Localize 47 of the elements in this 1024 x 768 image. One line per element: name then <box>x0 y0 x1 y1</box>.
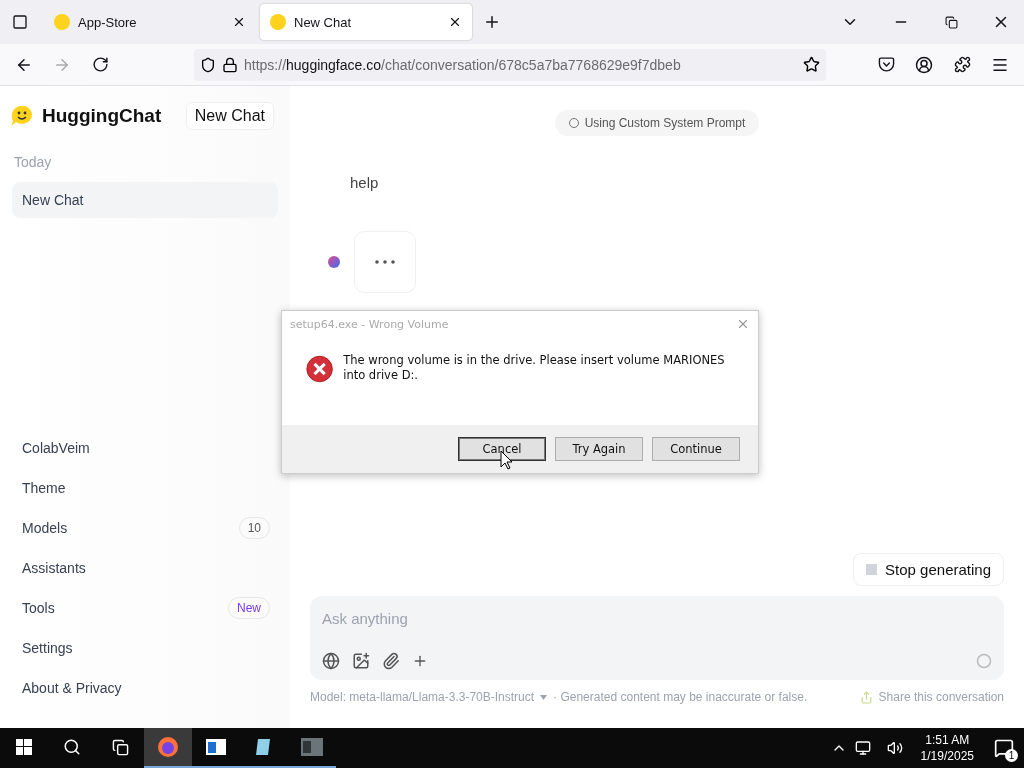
brand-name: HuggingChat <box>42 105 163 127</box>
address-bar[interactable]: https://huggingface.co/chat/conversation/678c5a7ba7768629e9f7dbeb <box>194 48 826 81</box>
user-message: help <box>350 174 380 191</box>
dialog-button[interactable]: Cancel <box>458 437 546 461</box>
close-icon[interactable] <box>232 15 246 29</box>
menu-link[interactable]: About & Privacy <box>22 680 122 696</box>
clock-date: 1/19/2025 <box>920 748 974 764</box>
paperclip-icon[interactable] <box>382 652 400 670</box>
menu-link[interactable]: Settings <box>22 640 73 656</box>
assistant-avatar <box>328 256 340 268</box>
plus-icon[interactable] <box>412 653 428 669</box>
menu-link[interactable]: Theme <box>22 480 66 496</box>
loading-spinner-icon <box>976 653 992 669</box>
dialog-title: setup64.exe - Wrong Volume <box>290 317 449 331</box>
dialog-button[interactable]: Continue <box>652 437 740 461</box>
smiley-logo-icon <box>10 105 34 127</box>
system-prompt-chip[interactable]: Using Custom System Prompt <box>554 110 760 136</box>
lock-icon <box>222 56 238 73</box>
conversation-item[interactable]: New Chat <box>12 182 278 218</box>
browser-tab[interactable]: App-Store <box>44 4 256 40</box>
bookmark-star-icon[interactable] <box>803 56 820 73</box>
clock-time: 1:51 AM <box>925 732 970 748</box>
window-icon <box>206 739 226 755</box>
dialog-button[interactable]: Try Again <box>555 437 643 461</box>
dialog-message: The wrong volume is in the drive. Please insert volume MARIONES into drive D:. <box>343 353 726 383</box>
shield-icon <box>200 56 216 73</box>
disclaimer-text: · Generated content may be inaccurate or false. <box>553 690 808 704</box>
menu-link[interactable]: Tools <box>22 600 55 616</box>
notification-count: 1 <box>1005 749 1018 762</box>
composer-panel[interactable]: Ask anything <box>310 596 1004 680</box>
menu-link[interactable]: ColabVeim <box>22 440 90 456</box>
globe-icon[interactable] <box>322 652 340 670</box>
stop-generating-button[interactable]: Stop generating <box>853 553 1004 586</box>
close-icon[interactable] <box>448 15 462 29</box>
browser-tab[interactable]: New Chat <box>260 4 472 40</box>
new-chat-button[interactable]: New Chat <box>185 102 274 130</box>
message-input[interactable]: Ask anything <box>322 606 992 631</box>
image-icon[interactable] <box>352 652 370 670</box>
error-icon <box>306 353 334 385</box>
stop-icon <box>866 564 878 575</box>
section-label: Today <box>13 153 53 172</box>
window-icon <box>301 738 323 756</box>
notifications-icon[interactable] <box>994 738 1014 758</box>
typing-dots-icon <box>375 260 395 264</box>
chip-label: Using Custom System Prompt <box>584 116 746 130</box>
menu-link[interactable]: Models <box>22 520 68 536</box>
menu-link[interactable]: Assistants <box>22 560 86 576</box>
